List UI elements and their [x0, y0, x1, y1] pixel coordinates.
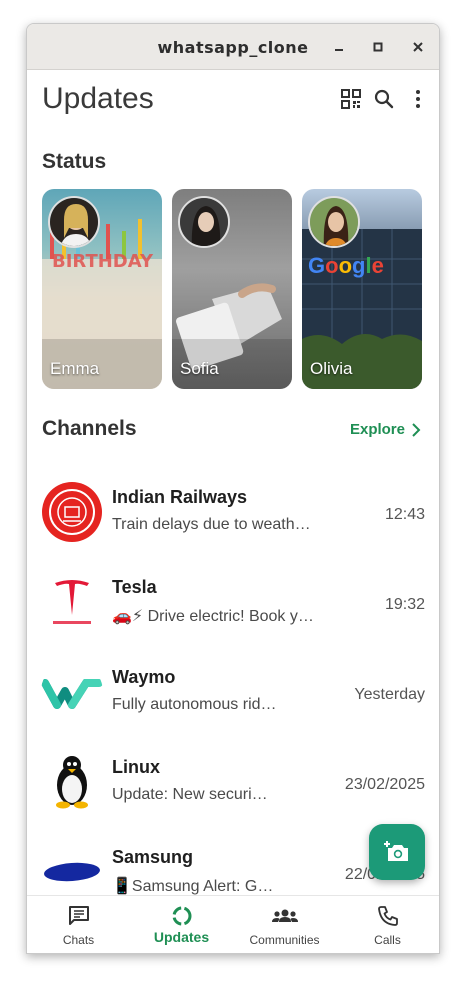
waymo-logo [41, 661, 103, 723]
status-section-title: Status [42, 150, 107, 173]
more-vert-icon [416, 90, 420, 108]
close-icon [413, 42, 423, 52]
status-list: BIRTHDAY Emma Sofia Google Olivia [42, 189, 439, 389]
status-card[interactable]: Google Olivia [302, 189, 422, 389]
channel-message: 🚗⚡ Drive electric! Book y… [112, 608, 314, 625]
maximize-button[interactable] [367, 36, 389, 58]
svg-text:BIRTHDAY: BIRTHDAY [52, 251, 154, 272]
channel-name: Linux [112, 757, 160, 777]
channels-section-title: Channels [42, 417, 137, 440]
minimize-button[interactable] [328, 36, 350, 58]
linux-tux-logo [41, 751, 103, 813]
close-button[interactable] [407, 36, 429, 58]
add-camera-icon [384, 841, 408, 861]
chat-icon [68, 906, 89, 925]
channel-name: Waymo [112, 667, 176, 687]
camera-fab[interactable] [369, 824, 425, 880]
channel-name: Tesla [112, 577, 157, 597]
samsung-logo [41, 841, 103, 903]
channel-message: Fully autonomous rid… [112, 696, 277, 713]
status-card[interactable]: Sofia [172, 189, 292, 389]
indian-railways-logo [41, 481, 103, 543]
nav-label: Updates [153, 929, 210, 945]
minimize-icon [335, 49, 343, 51]
channel-item[interactable]: Linux Update: New securi… 23/02/2025 [27, 737, 439, 827]
svg-text:Google: Google [308, 253, 384, 278]
channel-message: 📱Samsung Alert: G… [112, 878, 274, 895]
more-options-button[interactable] [406, 87, 430, 111]
nav-updates[interactable]: Updates [130, 896, 233, 953]
channel-time: Yesterday [354, 686, 425, 703]
search-icon [374, 89, 394, 109]
avatar [178, 196, 230, 248]
channel-name: Samsung [112, 847, 194, 867]
channel-message: Train delays due to weath… [112, 516, 311, 533]
qr-code-button[interactable] [339, 87, 363, 111]
nav-communities[interactable]: Communities [233, 896, 336, 953]
search-button[interactable] [372, 87, 396, 111]
communities-icon [271, 909, 298, 922]
app-window: whatsapp_clone Updates Status BIRTHDAY E… [26, 23, 440, 954]
channel-item[interactable]: Indian Railways Train delays due to weat… [27, 467, 439, 557]
tesla-logo [41, 571, 103, 633]
channel-item[interactable]: Waymo Fully autonomous rid… Yesterday [27, 647, 439, 737]
app-bar: Updates [27, 71, 439, 131]
page-title: Updates [42, 82, 154, 115]
status-card[interactable]: BIRTHDAY Emma [42, 189, 162, 389]
avatar [308, 196, 360, 248]
channel-name: Indian Railways [112, 487, 248, 507]
phone-icon [377, 906, 398, 926]
nav-label: Calls [374, 933, 401, 947]
channel-item[interactable]: Tesla 🚗⚡ Drive electric! Book y… 19:32 [27, 557, 439, 647]
title-bar: whatsapp_clone [27, 24, 439, 70]
channel-time: 23/02/2025 [344, 776, 425, 793]
explore-channels-button[interactable]: Explore [350, 421, 421, 438]
channel-message: Update: New securi… [112, 786, 268, 803]
nav-label: Chats [62, 933, 95, 947]
nav-calls[interactable]: Calls [336, 896, 439, 953]
status-name: Emma [50, 359, 100, 378]
chevron-right-icon [412, 422, 421, 437]
explore-label: Explore [349, 421, 405, 438]
status-name: Sofia [180, 359, 219, 378]
bottom-navigation: Chats Updates Communities Calls [27, 895, 439, 953]
nav-label: Communities [249, 933, 320, 947]
avatar [48, 196, 100, 248]
qr-code-icon [341, 89, 361, 109]
updates-icon [172, 906, 191, 926]
status-name: Olivia [310, 359, 353, 378]
channel-time: 19:32 [384, 596, 425, 613]
maximize-icon [373, 42, 383, 52]
channel-time: 12:43 [384, 506, 425, 523]
nav-chats[interactable]: Chats [27, 896, 130, 953]
